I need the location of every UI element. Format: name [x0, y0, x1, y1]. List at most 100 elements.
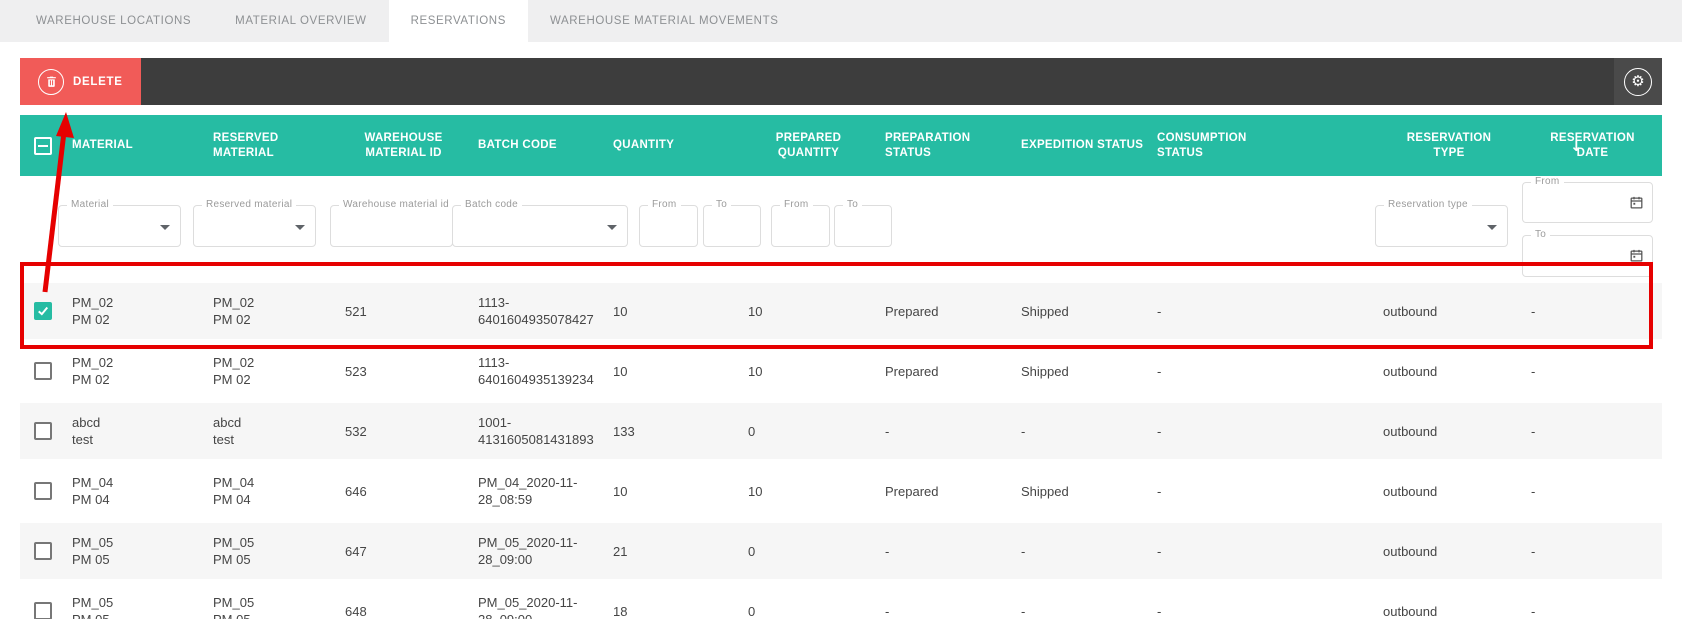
tab-reservations[interactable]: RESERVATIONS [388, 0, 528, 42]
cell-quantity: 10 [613, 303, 628, 319]
calendar-icon[interactable] [1629, 248, 1644, 268]
cell-quantity: 18 [613, 603, 628, 619]
warehouse-material-id-filter-input[interactable]: Warehouse material id [330, 199, 453, 247]
column-header-reservation-date[interactable]: RESERVATION DATE [1523, 131, 1662, 161]
select-all-checkbox[interactable] [34, 136, 52, 155]
cell-reservation-date: - [1531, 363, 1536, 379]
column-header-quantity[interactable]: QUANTITY [605, 138, 740, 153]
reserved-material-filter-select[interactable]: Reserved material [193, 199, 316, 247]
cell-preparation-status: - [885, 423, 890, 439]
cell-prepared-quantity: 10 [748, 483, 763, 499]
cell-expedition-status: Shipped [1021, 483, 1069, 499]
cell-material: PM_04 PM 04 [72, 475, 114, 507]
quantity-to-filter-input[interactable]: To [703, 199, 761, 247]
column-header-batch-code[interactable]: BATCH CODE [470, 138, 605, 153]
cell-quantity: 21 [613, 543, 628, 559]
dropdown-caret-icon [607, 225, 617, 230]
cell-reservation-type: outbound [1383, 543, 1438, 559]
prepared-quantity-from-filter-input[interactable]: From [771, 199, 830, 247]
delete-button-label: DELETE [73, 75, 123, 88]
gear-icon: ⚙ [1624, 67, 1652, 96]
material-filter-select[interactable]: Material [58, 199, 181, 247]
cell-prepared-quantity: 10 [748, 363, 763, 379]
row-checkbox[interactable] [34, 602, 52, 619]
cell-expedition-status: - [1021, 543, 1026, 559]
cell-warehouse-material-id: 647 [345, 543, 367, 559]
column-header-reserved-material[interactable]: RESERVED MATERIAL [205, 131, 337, 161]
cell-consumption-status: - [1157, 603, 1162, 619]
cell-material: abcd test [72, 415, 101, 447]
table-body: PM_02 PM 02 PM_02 PM 02 521 1113- 640160… [20, 283, 1662, 619]
cell-reservation-type: outbound [1383, 303, 1438, 319]
column-header-preparation-status[interactable]: PREPARATION STATUS [877, 131, 1013, 161]
column-header-warehouse-material-id[interactable]: WAREHOUSE MATERIAL ID [337, 131, 470, 161]
settings-button[interactable]: ⚙ [1614, 58, 1662, 105]
cell-preparation-status: Prepared [885, 363, 939, 379]
cell-reservation-date: - [1531, 303, 1536, 319]
cell-expedition-status: - [1021, 603, 1026, 619]
dropdown-caret-icon [160, 225, 170, 230]
cell-warehouse-material-id: 521 [345, 303, 367, 319]
cell-batch-code: 1001- 4131605081431893 [478, 415, 594, 447]
table-row[interactable]: PM_02 PM 02 PM_02 PM 02 523 1113- 640160… [20, 343, 1662, 399]
cell-prepared-quantity: 0 [748, 423, 756, 439]
cell-expedition-status: - [1021, 423, 1026, 439]
cell-warehouse-material-id: 646 [345, 483, 367, 499]
dropdown-caret-icon [295, 225, 305, 230]
table-row[interactable]: abcd test abcd test 532 1001- 4131605081… [20, 403, 1662, 459]
row-checkbox[interactable] [34, 482, 52, 500]
column-header-prepared-quantity[interactable]: PREPARED QUANTITY [740, 131, 877, 161]
cell-prepared-quantity: 0 [748, 543, 756, 559]
cell-reservation-type: outbound [1383, 603, 1438, 619]
column-header-consumption-status[interactable]: CONSUMPTION STATUS [1149, 131, 1375, 161]
cell-reservation-type: outbound [1383, 423, 1438, 439]
row-checkbox[interactable] [34, 422, 52, 440]
cell-material: PM_02 PM 02 [72, 295, 114, 327]
row-checkbox[interactable] [34, 542, 52, 560]
cell-batch-code: PM_05_2020-11- 28_09:00 [478, 595, 578, 619]
cell-reserved-material: PM_05 PM 05 [213, 535, 255, 567]
column-header-reservation-type[interactable]: RESERVATION TYPE [1375, 131, 1523, 161]
calendar-icon[interactable] [1629, 195, 1644, 215]
batch-code-filter-select[interactable]: Batch code [452, 199, 628, 247]
cell-prepared-quantity: 0 [748, 603, 756, 619]
cell-preparation-status: Prepared [885, 303, 939, 319]
cell-warehouse-material-id: 532 [345, 423, 367, 439]
tab-warehouse-material-movements[interactable]: WAREHOUSE MATERIAL MOVEMENTS [528, 0, 801, 42]
tab-material-overview[interactable]: MATERIAL OVERVIEW [213, 0, 388, 42]
reservation-type-filter-label: Reservation type [1384, 199, 1472, 210]
cell-reserved-material: PM_05 PM 05 [213, 595, 255, 619]
cell-batch-code: 1113- 6401604935139234 [478, 355, 594, 387]
row-checkbox[interactable] [34, 302, 52, 320]
column-header-expedition-status[interactable]: EXPEDITION STATUS [1013, 138, 1149, 153]
trash-icon [38, 68, 64, 95]
table-row[interactable]: PM_04 PM 04 PM_04 PM 04 646 PM_04_2020-1… [20, 463, 1662, 519]
table-row[interactable]: PM_05 PM 05 PM_05 PM 05 648 PM_05_2020-1… [20, 583, 1662, 619]
table-row[interactable]: PM_02 PM 02 PM_02 PM 02 521 1113- 640160… [20, 283, 1662, 339]
reservation-type-filter-select[interactable]: Reservation type [1375, 199, 1508, 247]
table-row[interactable]: PM_05 PM 05 PM_05 PM 05 647 PM_05_2020-1… [20, 523, 1662, 579]
tab-warehouse-locations[interactable]: WAREHOUSE LOCATIONS [14, 0, 213, 42]
cell-preparation-status: Prepared [885, 483, 939, 499]
sort-descending-icon[interactable]: ↓ [1570, 137, 1583, 155]
cell-reservation-date: - [1531, 603, 1536, 619]
cell-quantity: 10 [613, 363, 628, 379]
cell-expedition-status: Shipped [1021, 363, 1069, 379]
cell-consumption-status: - [1157, 543, 1162, 559]
cell-expedition-status: Shipped [1021, 303, 1069, 319]
delete-button[interactable]: DELETE [20, 58, 141, 105]
cell-batch-code: 1113- 6401604935078427 [478, 295, 594, 327]
cell-prepared-quantity: 10 [748, 303, 763, 319]
cell-reserved-material: PM_02 PM 02 [213, 295, 255, 327]
quantity-from-filter-input[interactable]: From [639, 199, 698, 247]
cell-material: PM_02 PM 02 [72, 355, 114, 387]
prepared-quantity-to-filter-input[interactable]: To [834, 199, 892, 247]
column-header-material[interactable]: MATERIAL [64, 138, 205, 153]
reservation-date-to-filter-input[interactable]: To [1522, 229, 1653, 277]
reservation-date-from-filter-input[interactable]: From [1522, 176, 1653, 223]
prepared-quantity-to-filter-label: To [843, 199, 863, 210]
cell-reservation-date: - [1531, 483, 1536, 499]
table-header: MATERIAL RESERVED MATERIAL WAREHOUSE MAT… [20, 115, 1662, 176]
row-checkbox[interactable] [34, 362, 52, 380]
cell-consumption-status: - [1157, 303, 1162, 319]
